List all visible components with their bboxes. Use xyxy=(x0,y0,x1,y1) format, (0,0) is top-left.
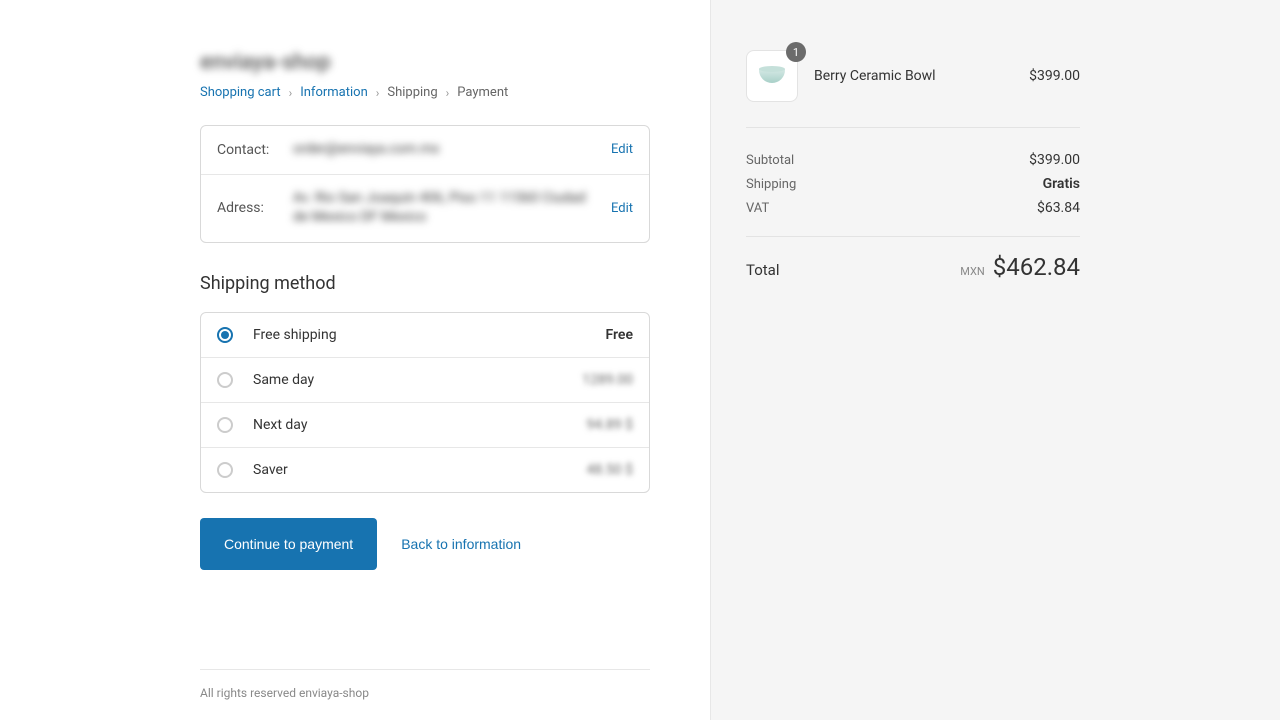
vat-row: VAT $63.84 xyxy=(746,196,1080,220)
shipping-option-name: Same day xyxy=(253,372,582,388)
total-amount: MXN $462.84 xyxy=(960,253,1080,281)
subtotal-value: $399.00 xyxy=(1029,152,1080,168)
shipping-method-title: Shipping method xyxy=(200,273,650,294)
shipping-option-same-day[interactable]: Same day 1289.00 xyxy=(201,358,649,403)
shipping-options: Free shipping Free Same day 1289.00 Next… xyxy=(200,312,650,493)
shipping-option-price: 1289.00 xyxy=(582,372,633,388)
shipping-option-price: 48.50 $ xyxy=(586,462,633,478)
radio-icon xyxy=(217,327,233,343)
address-row: Adress: Av. Rio San Joaquin 406, Piso 11… xyxy=(201,175,649,242)
bowl-icon xyxy=(759,69,785,83)
chevron-right-icon: › xyxy=(446,86,450,100)
product-thumbnail: 1 xyxy=(746,50,798,102)
radio-icon xyxy=(217,462,233,478)
breadcrumb-payment: Payment xyxy=(457,85,508,100)
shipping-option-name: Next day xyxy=(253,417,586,433)
subtotal-label: Subtotal xyxy=(746,153,794,168)
quantity-badge: 1 xyxy=(786,42,806,62)
radio-icon xyxy=(217,372,233,388)
footer-text: All rights reserved enviaya-shop xyxy=(200,686,369,700)
address-label: Adress: xyxy=(217,200,277,216)
actions: Continue to payment Back to information xyxy=(200,518,650,570)
edit-contact-link[interactable]: Edit xyxy=(611,142,633,157)
contact-row: Contact: order@enviaya.com.mx Edit xyxy=(201,126,649,175)
continue-to-payment-button[interactable]: Continue to payment xyxy=(200,518,377,570)
shipping-option-free[interactable]: Free shipping Free xyxy=(201,313,649,358)
shipping-option-name: Free shipping xyxy=(253,327,606,343)
chevron-right-icon: › xyxy=(376,86,380,100)
footer: All rights reserved enviaya-shop xyxy=(200,669,650,700)
breadcrumb: Shopping cart › Information › Shipping ›… xyxy=(200,85,650,100)
contact-label: Contact: xyxy=(217,142,277,158)
total-value: $462.84 xyxy=(993,253,1080,281)
radio-icon xyxy=(217,417,233,433)
order-summary: 1 Berry Ceramic Bowl $399.00 Subtotal $3… xyxy=(710,0,1280,720)
shipping-option-next-day[interactable]: Next day 94.89 $ xyxy=(201,403,649,448)
edit-address-link[interactable]: Edit xyxy=(611,201,633,216)
info-box: Contact: order@enviaya.com.mx Edit Adres… xyxy=(200,125,650,243)
product-title: Berry Ceramic Bowl xyxy=(814,68,1013,84)
shipping-option-price: Free xyxy=(606,327,634,343)
breadcrumb-information[interactable]: Information xyxy=(300,85,368,100)
total-row: Total MXN $462.84 xyxy=(746,253,1080,281)
back-to-information-link[interactable]: Back to information xyxy=(401,536,521,552)
shipping-value: Gratis xyxy=(1043,176,1080,192)
currency-code: MXN xyxy=(960,265,984,278)
breadcrumb-shipping: Shipping xyxy=(387,85,437,100)
product-price: $399.00 xyxy=(1029,68,1080,84)
address-value: Av. Rio San Joaquin 406, Piso 11 11560 C… xyxy=(293,189,595,228)
breadcrumb-cart[interactable]: Shopping cart xyxy=(200,85,281,100)
shipping-option-name: Saver xyxy=(253,462,586,478)
vat-label: VAT xyxy=(746,201,769,216)
contact-value: order@enviaya.com.mx xyxy=(293,140,595,160)
shipping-option-saver[interactable]: Saver 48.50 $ xyxy=(201,448,649,492)
shipping-label: Shipping xyxy=(746,177,796,192)
vat-value: $63.84 xyxy=(1037,200,1080,216)
total-label: Total xyxy=(746,261,780,279)
cart-item: 1 Berry Ceramic Bowl $399.00 xyxy=(746,50,1080,128)
shipping-row: Shipping Gratis xyxy=(746,172,1080,196)
shop-name: enviaya-shop xyxy=(200,50,650,75)
subtotal-row: Subtotal $399.00 xyxy=(746,148,1080,172)
chevron-right-icon: › xyxy=(289,86,293,100)
divider xyxy=(746,236,1080,237)
shipping-option-price: 94.89 $ xyxy=(586,417,633,433)
